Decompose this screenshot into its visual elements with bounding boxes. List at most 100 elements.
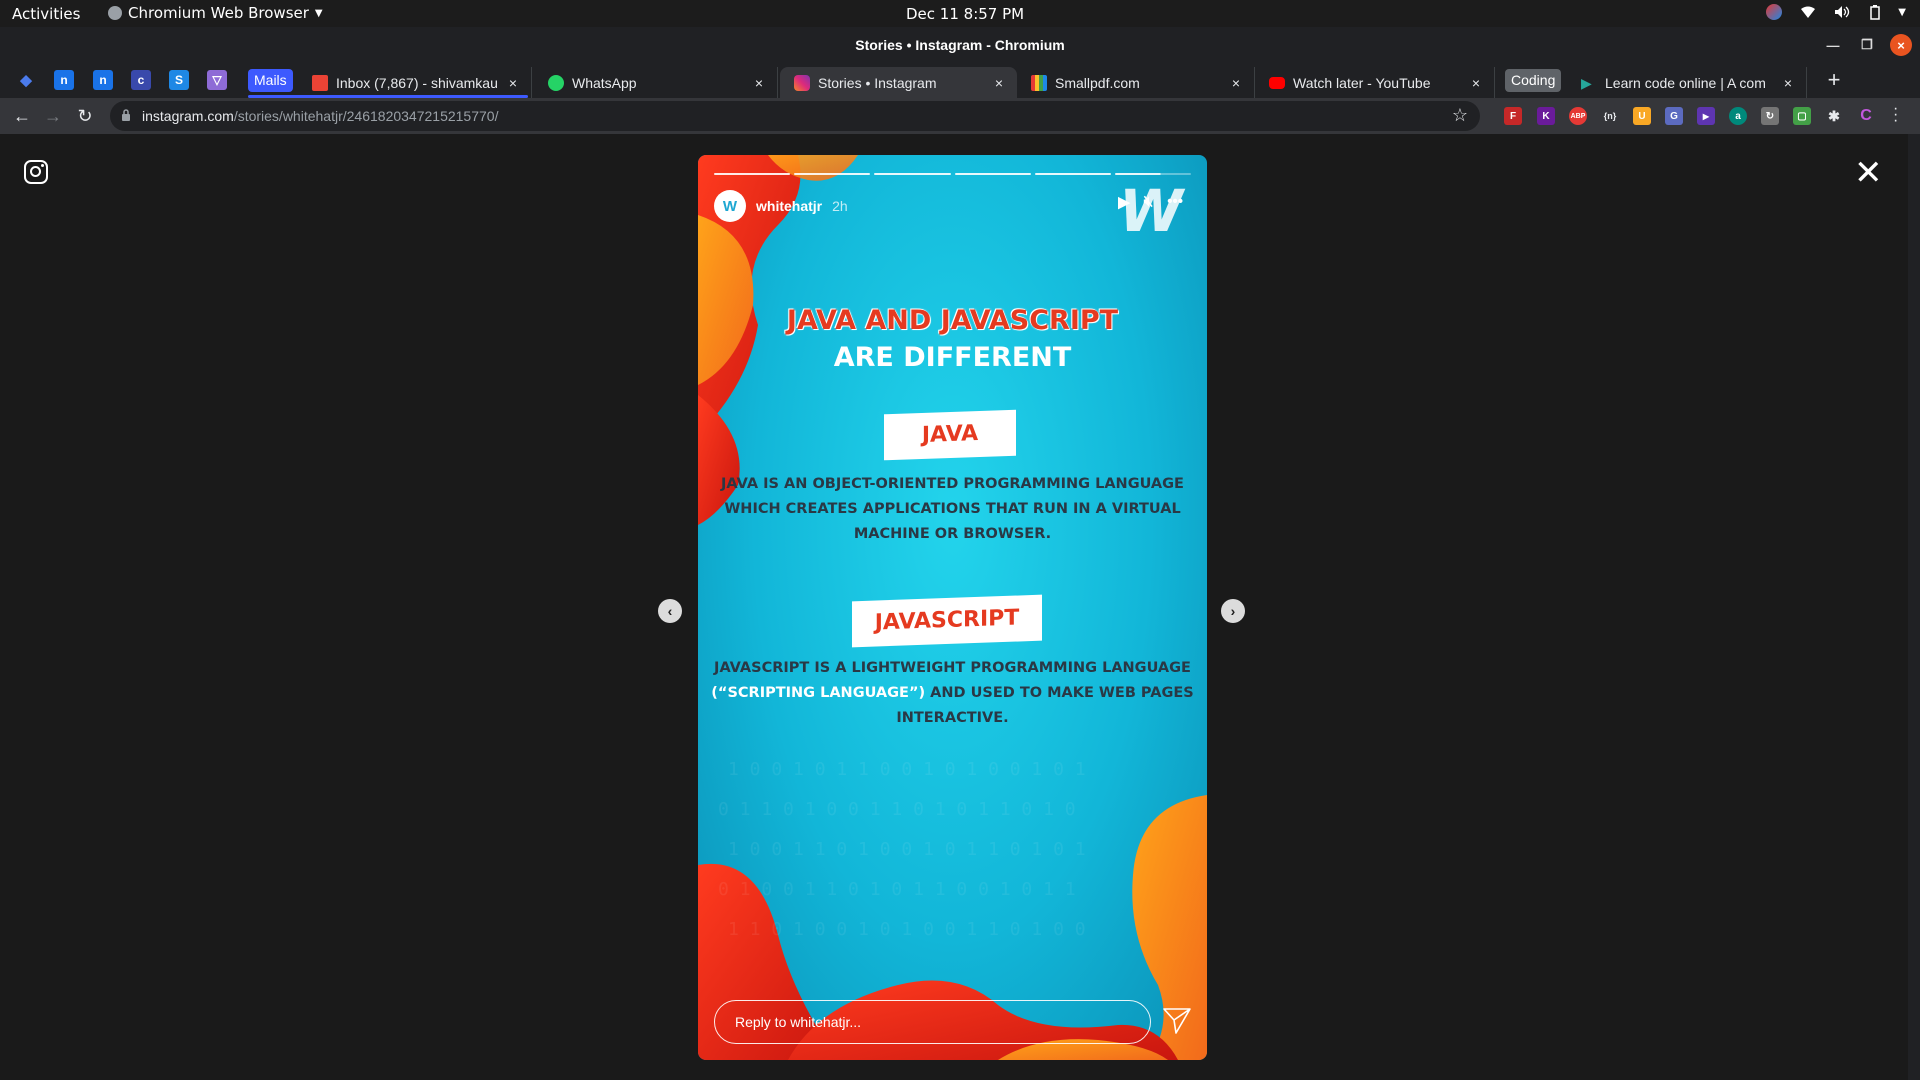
extension-json-icon[interactable]: {n} (1601, 107, 1619, 125)
js-desc-part2: AND USED TO MAKE WEB PAGES INTERACTIVE. (896, 685, 1194, 726)
minimize-button[interactable]: — (1822, 34, 1844, 56)
extensions-puzzle-icon[interactable]: ✱ (1825, 107, 1843, 125)
bookmark-star-icon[interactable]: ☆ (1452, 105, 1468, 126)
play-favicon-icon: ▶ (1581, 74, 1592, 91)
pinned-favicon-icon: ▽ (212, 73, 222, 87)
avatar[interactable]: W (714, 190, 746, 222)
pinned-favicon-icon: n (99, 73, 107, 87)
system-tray[interactable]: ▼ (1766, 4, 1906, 20)
page-scrollbar[interactable] (1908, 134, 1920, 1080)
pinned-tab-5[interactable]: S (169, 70, 189, 90)
story-card[interactable]: 1 0 0 1 0 1 1 0 0 1 0 1 0 0 1 0 1 0 1 1 … (698, 155, 1207, 1060)
tab-youtube[interactable]: Watch later - YouTube × (1255, 67, 1495, 98)
close-tab-icon[interactable]: × (1778, 75, 1798, 91)
svg-text:1 1 0 1 0 0 1 0 1 0 0 1 1 0 1: 1 1 0 1 0 0 1 0 1 0 0 1 1 0 1 0 0 (728, 919, 1086, 940)
forward-arrow-icon[interactable]: → (43, 106, 63, 126)
js-desc-highlight: (“SCRIPTING LANGUAGE”) (711, 685, 926, 701)
javascript-label: JAVASCRIPT (852, 594, 1042, 648)
tab-smallpdf[interactable]: Smallpdf.com × (1017, 67, 1255, 98)
previous-story-button[interactable]: ‹ (658, 599, 682, 623)
extension-k-icon[interactable]: K (1537, 107, 1555, 125)
app-menu-label: Chromium Web Browser (128, 4, 309, 22)
tab-strip: ◆ n n c S ▽ Mails Inbox (7,867) - shivam… (0, 63, 1920, 98)
lock-icon[interactable] (121, 108, 131, 122)
pinned-favicon-icon: n (60, 73, 68, 87)
close-window-button[interactable]: × (1890, 34, 1912, 56)
pinned-favicon-icon: c (137, 73, 145, 87)
tab-whatsapp[interactable]: WhatsApp × (534, 67, 778, 98)
new-tab-button[interactable]: + (1822, 69, 1846, 93)
mute-icon[interactable]: 🔇︎ (1144, 193, 1153, 211)
close-tab-icon[interactable]: × (503, 75, 523, 91)
extension-a-icon[interactable]: a (1729, 107, 1747, 125)
chromium-indicator-icon[interactable] (1766, 4, 1783, 20)
js-desc-part1: JAVASCRIPT IS A LIGHTWEIGHT PROGRAMMING … (714, 660, 1191, 676)
svg-text:1 0 0 1 0 1 1 0 0 1 0 1 0 0 1: 1 0 0 1 0 1 1 0 0 1 0 1 0 0 1 0 1 (728, 759, 1086, 780)
send-icon[interactable] (1162, 1005, 1192, 1035)
story-timestamp: 2h (832, 198, 848, 214)
progress-segment-current (1114, 173, 1192, 175)
clock[interactable]: Dec 11 8:57 PM (906, 5, 1024, 23)
story-headline-line1: JAVA AND JAVASCRIPT (786, 305, 1119, 336)
story-headline-line2: ARE DIFFERENT (833, 342, 1072, 373)
progress-segment (874, 173, 951, 175)
close-tab-icon[interactable]: × (989, 75, 1009, 91)
more-options-icon[interactable]: ••• (1167, 193, 1183, 211)
java-label: JAVA (884, 409, 1016, 461)
browser-menu-icon[interactable]: · · · (1893, 101, 1898, 129)
progress-segment (794, 173, 871, 175)
instagram-story-viewer: ✕ ‹ › 1 0 0 1 0 1 1 0 0 1 0 1 0 0 1 0 1 (0, 134, 1908, 1080)
pinned-tab-6[interactable]: ▽ (207, 70, 227, 90)
progress-segment (954, 173, 1031, 175)
extension-flash-sale-icon[interactable]: F (1504, 107, 1522, 125)
play-icon[interactable]: ▶ (1118, 193, 1130, 211)
javascript-description: JAVASCRIPT IS A LIGHTWEIGHT PROGRAMMING … (706, 656, 1199, 731)
smallpdf-favicon-icon (1031, 74, 1047, 91)
address-bar[interactable]: instagram.com/stories/whitehatjr/2461820… (110, 101, 1480, 131)
extension-adblock-icon[interactable]: ABP (1569, 107, 1587, 125)
close-tab-icon[interactable]: × (749, 75, 769, 91)
activities-button[interactable]: Activities (12, 5, 80, 23)
youtube-favicon-icon (1269, 76, 1285, 89)
java-description: JAVA IS AN OBJECT-ORIENTED PROGRAMMING L… (721, 476, 1184, 542)
wifi-icon (1801, 6, 1816, 18)
caret-down-icon: ▼ (314, 7, 323, 19)
instagram-logo-icon[interactable] (24, 160, 48, 184)
back-arrow-icon[interactable]: ← (12, 106, 32, 126)
extension-u-icon[interactable]: U (1633, 107, 1651, 125)
story-username[interactable]: whitehatjr (756, 198, 822, 214)
extension-sync-icon[interactable]: ↻ (1761, 107, 1779, 125)
tab-gmail[interactable]: Inbox (7,867) - shivamkau × (298, 67, 532, 98)
tab-learn-code[interactable]: ▶ Learn code online | A com × (1567, 67, 1807, 98)
extension-video-icon[interactable]: ▶ (1697, 107, 1715, 125)
close-tab-icon[interactable]: × (1466, 75, 1486, 91)
pinned-tab-2[interactable]: n (54, 70, 74, 90)
tab-label: Smallpdf.com (1055, 74, 1140, 91)
extension-translate-icon[interactable]: G (1665, 107, 1683, 125)
close-story-icon[interactable]: ✕ (1854, 156, 1883, 190)
url-text[interactable]: instagram.com/stories/whitehatjr/2461820… (142, 108, 498, 124)
pinned-tab-3[interactable]: n (93, 70, 113, 90)
extension-c-icon[interactable]: C (1857, 107, 1875, 125)
tab-label: Inbox (7,867) - shivamkau (336, 74, 498, 91)
chromium-app-icon (108, 6, 122, 20)
tab-instagram-stories[interactable]: Stories • Instagram × (780, 67, 1017, 98)
maximize-button[interactable]: ❐ (1856, 34, 1878, 56)
tab-label: Learn code online | A com (1605, 74, 1766, 91)
url-host: instagram.com (142, 108, 234, 124)
browser-toolbar: ← → ↻ instagram.com/stories/whitehatjr/2… (0, 98, 1920, 134)
reload-icon[interactable]: ↻ (75, 106, 95, 126)
pinned-tab-4[interactable]: c (131, 70, 151, 90)
extension-green-icon[interactable]: ▢ (1793, 107, 1811, 125)
story-header: W whitehatjr 2h (714, 190, 848, 222)
app-menu[interactable]: Chromium Web Browser ▼ (108, 4, 323, 22)
next-story-button[interactable]: › (1221, 599, 1245, 623)
system-menu-caret-icon[interactable]: ▼ (1898, 7, 1906, 18)
tab-group-mails[interactable]: Mails (248, 69, 293, 92)
tab-group-coding[interactable]: Coding (1505, 69, 1562, 92)
url-path: /stories/whitehatjr/2461820347215215770/ (233, 108, 499, 124)
svg-text:0 1 1 0 1 0 0 1 1 0 1 0 1 1 0: 0 1 1 0 1 0 0 1 1 0 1 0 1 1 0 1 0 (718, 799, 1076, 820)
pinned-tab-1[interactable]: ◆ (16, 70, 36, 90)
close-tab-icon[interactable]: × (1226, 75, 1246, 91)
reply-input[interactable]: Reply to whitehatjr... (714, 1000, 1151, 1044)
